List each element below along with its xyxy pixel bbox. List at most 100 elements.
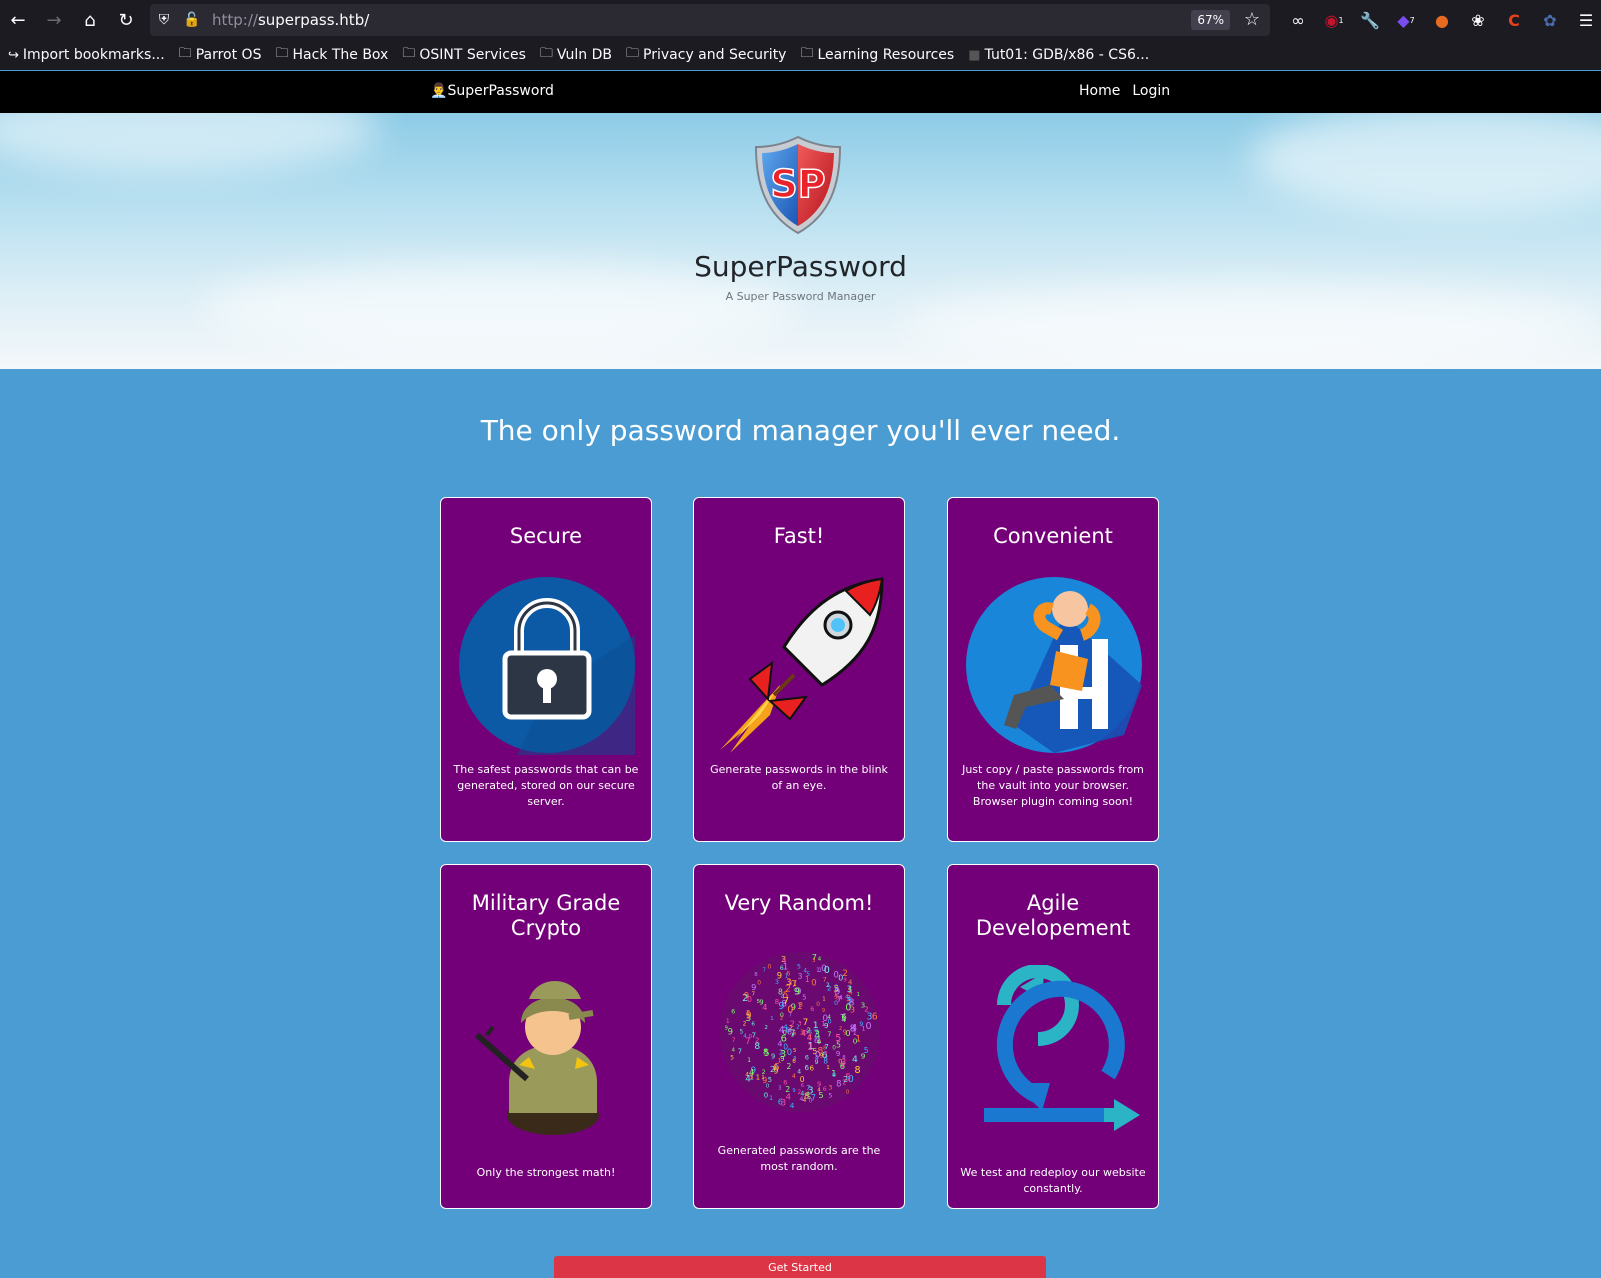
feature-card-convenient: Convenient Just copy / paste passwords f… (947, 497, 1159, 842)
bookmark-parrot-os[interactable]: 🗀 Parrot OS (179, 44, 262, 66)
random-digit: 8 (778, 987, 783, 996)
random-digit: 0 (853, 1037, 858, 1046)
foxyproxy-icon[interactable]: ● (1424, 0, 1460, 40)
bookmark-learning-resources[interactable]: 🗀 Learning Resources (800, 44, 954, 66)
random-digit: 0 (834, 970, 839, 980)
feature-card-fast: Fast! Generate passwords in the blink of… (693, 497, 905, 842)
random-digit: 9 (859, 1021, 863, 1028)
nav-home-link[interactable]: Home (1079, 83, 1120, 99)
bookmark-privacy-security[interactable]: 🗀 Privacy and Security (626, 44, 786, 66)
random-digit: 0 (866, 1021, 872, 1032)
random-digit: 7 (827, 1031, 831, 1039)
ublock-icon[interactable]: ◉ 1 (1316, 0, 1352, 40)
bookmark-tut01[interactable]: ■ Tut01: GDB/x86 - CS6... (968, 47, 1149, 63)
random-digit: 1 (857, 992, 860, 998)
random-digit: 0 (764, 1092, 768, 1100)
random-digit: 3 (812, 958, 815, 964)
random-digit: 9 (777, 970, 782, 980)
card-title: Agile Developement (975, 891, 1131, 940)
bookmark-vuln-db[interactable]: 🗀 Vuln DB (540, 44, 612, 66)
folder-icon: 🗀 (539, 46, 553, 61)
hero-subtitle: A Super Password Manager (725, 290, 876, 303)
random-digit: 0 (811, 979, 816, 989)
incognito-mask-icon[interactable]: ∞ (1280, 0, 1316, 40)
random-digit: 3 (780, 1049, 786, 1060)
random-digit: 0 (816, 1002, 820, 1008)
card-title: Fast! (773, 524, 825, 548)
random-digit: 1 (770, 1016, 773, 1022)
random-digit: 4 (852, 1054, 858, 1065)
insecure-lock-icon[interactable]: 🔓 (178, 12, 206, 28)
random-digit: 3 (781, 1099, 787, 1109)
url-bar[interactable]: ⛨ 🔓 http://superpass.htb/ 67% ☆ (150, 4, 1270, 36)
random-digit: 2 (796, 1025, 799, 1031)
random-digit: 6 (872, 1012, 878, 1023)
random-digit: 9 (751, 982, 756, 992)
zoom-level[interactable]: 67% (1191, 10, 1230, 30)
random-digit: 8 (788, 980, 792, 987)
random-digit: 4 (778, 1040, 783, 1049)
bookmark-star-icon[interactable]: ☆ (1244, 9, 1260, 30)
random-digit: 2 (755, 1036, 760, 1045)
cloud (0, 113, 380, 173)
random-digit: 2 (762, 1069, 766, 1076)
random-digit: 9 (774, 1067, 779, 1076)
random-digit: 1 (819, 968, 822, 974)
shield-icon[interactable]: ⛨ (150, 12, 178, 28)
url-text[interactable]: http://superpass.htb/ (212, 11, 369, 29)
random-digit: 2 (787, 1062, 792, 1071)
random-digit: 1 (726, 1017, 730, 1025)
brand-link[interactable]: 👨‍💼SuperPassword (430, 83, 554, 99)
random-digit: 6 (840, 1061, 845, 1071)
card-text: Generated passwords are the most random. (717, 1144, 881, 1173)
card-title: Secure (509, 524, 583, 548)
menu-icon[interactable]: ☰ (1568, 0, 1601, 40)
random-digit: 5 (835, 1033, 841, 1044)
random-digit: 2 (743, 1022, 747, 1028)
random-digit: 9 (836, 1049, 841, 1058)
bookmark-import[interactable]: ↪ Import bookmarks... (8, 47, 165, 63)
bookmarks-bar: ↪ Import bookmarks... 🗀 Parrot OS 🗀 Hack Th… (0, 40, 1601, 70)
random-digit: 4 (803, 1098, 807, 1104)
tagline: The only password manager you'll ever ne… (480, 414, 1121, 447)
random-digit: 6 (780, 965, 784, 972)
home-icon[interactable]: ⌂ (72, 0, 108, 40)
random-digit: 9 (820, 1054, 824, 1060)
random-digit: 9 (843, 1029, 847, 1037)
hero-title: SuperPassword (694, 250, 907, 283)
random-digit: 4 (762, 1002, 767, 1012)
random-digit: 4 (797, 1069, 801, 1076)
cookie-editor-icon[interactable]: C (1496, 0, 1532, 40)
reload-icon[interactable]: ↻ (108, 0, 144, 40)
random-digit: 0 (768, 964, 772, 970)
random-digit: 9 (728, 1027, 733, 1037)
folder-icon: 🗀 (626, 46, 640, 61)
random-digit: 2 (839, 1026, 842, 1032)
get-started-button[interactable]: Get Started (554, 1256, 1046, 1278)
extension-purple-icon[interactable]: ◆ 7 (1388, 0, 1424, 40)
bookmark-osint-services[interactable]: 🗀 OSINT Services (402, 44, 526, 66)
wrench-icon[interactable]: 🔧 (1352, 0, 1388, 40)
forward-icon[interactable]: → (36, 0, 72, 40)
back-icon[interactable]: ← (0, 0, 36, 40)
random-digit: 1 (816, 1035, 822, 1046)
bookmark-hack-the-box[interactable]: 🗀 Hack The Box (275, 44, 388, 66)
cookie-icon[interactable]: ❀ (1460, 0, 1496, 40)
relaxing-person-icon (966, 577, 1142, 753)
random-digit: 9 (824, 1021, 829, 1030)
random-digit: 3 (850, 1006, 855, 1015)
folder-icon: 🗀 (800, 46, 814, 61)
superpassword-shield-logo: SP (754, 135, 842, 235)
random-digit: 9 (832, 1072, 836, 1079)
random-digit: 6 (792, 1059, 796, 1065)
nav-login-link[interactable]: Login (1132, 83, 1170, 99)
padlock-icon (459, 577, 635, 755)
feature-card-very-random: Very Random! 444415472446428629040801014… (693, 864, 905, 1209)
random-digit: 8 (842, 1055, 845, 1061)
random-digit: 3 (800, 1027, 805, 1036)
wappalyzer-icon[interactable]: ✿ (1532, 0, 1568, 40)
random-digit: 6 (841, 1013, 846, 1023)
random-digit: 1 (769, 1095, 773, 1102)
random-digit: 0 (824, 965, 830, 976)
random-digit: 6 (810, 1005, 814, 1013)
